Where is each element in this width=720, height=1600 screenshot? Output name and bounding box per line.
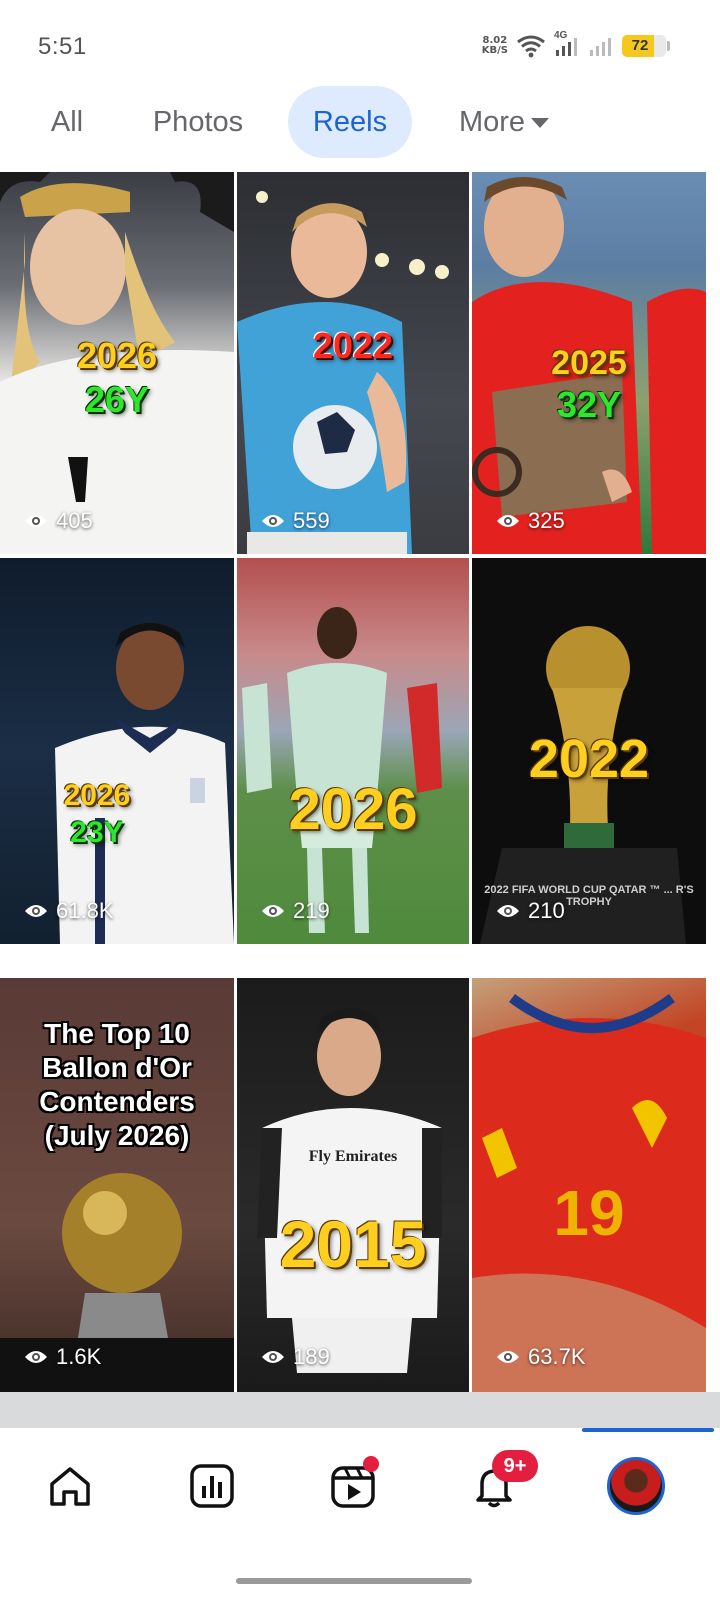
nav-dashboard[interactable] [172,1446,252,1526]
reel-overlay-line-4: (July 2026) [44,1120,190,1151]
reel-tile[interactable]: 2026 23Y 61.8K [0,558,234,944]
nav-notifications[interactable]: 9+ [454,1446,538,1526]
avatar [607,1457,665,1515]
notification-dot [363,1456,379,1472]
reel-tile[interactable]: The Top 10 Ballon d'Or Contenders (July … [0,978,234,1392]
view-count: 63.7K [528,1344,586,1369]
reel-tile[interactable]: 2026 26Y 405 [0,172,234,554]
eye-icon [497,515,519,527]
reel-views: 210 [496,898,565,924]
view-count: 210 [528,898,565,923]
status-bar: 5:51 8.02 KB/S 4G 72 [0,0,720,90]
reel-overlay-line-1: 2015 [279,1207,427,1281]
battery-level: 72 [631,37,649,54]
caret-down-icon [531,118,550,128]
tab-more-label: More [458,106,526,138]
view-count: 405 [56,508,93,533]
view-count: 219 [293,898,330,923]
reel-views: 559 [261,508,330,534]
reel-overlay-line-1: 2026 [288,777,418,842]
status-time: 5:51 [38,33,87,60]
reel-tile[interactable]: 19 63.7K [472,978,706,1392]
view-count: 1.6K [56,1344,102,1369]
shirt-sponsor: Fly Emirates [308,1148,398,1165]
reel-overlay-line-1: The Top 10 [44,1018,190,1049]
player-figure [257,1008,442,1373]
reel-views: 63.7K [496,1344,586,1370]
eye-icon [262,905,284,917]
battery-icon: 72 [622,35,666,57]
nav-home[interactable] [30,1446,110,1526]
reel-views: 219 [261,898,330,924]
reel-views: 1.6K [24,1344,101,1370]
reel-overlay-line-1: 2022 [528,729,650,789]
battery-cap [667,41,670,51]
tab-all[interactable]: All [28,86,106,158]
eye-icon [25,515,47,527]
nav-profile[interactable] [596,1446,676,1526]
wifi-icon [517,35,545,58]
eye-icon [262,515,284,527]
battery-indicator: 72 [622,35,670,57]
reel-overlay-line-1: 2025 [551,344,627,382]
reel-tile[interactable]: 2022 2022 FIFA WORLD CUP QATAR ™ ... R'S… [472,558,706,944]
view-count: 559 [293,508,330,533]
signal-icon-2 [590,38,611,56]
home-indicator [236,1578,472,1584]
nav-reels[interactable] [313,1446,393,1526]
signal-icon [556,38,577,56]
player-figure [242,607,442,933]
view-count: 189 [293,1344,330,1369]
network-speed: 8.02 KB/S [481,35,508,56]
eye-icon [497,1351,519,1363]
status-icons: 8.02 KB/S 4G 72 [481,30,670,58]
eye-icon [262,1351,284,1363]
reel-overlay-line-1: 2026 [76,335,158,376]
tab-more[interactable]: More [444,86,564,158]
reel-overlay-line-1: 2022 [312,325,394,366]
scroll-end-strip [0,1392,720,1428]
filter-tabs: All Photos Reels More [0,86,720,160]
reel-tile[interactable]: 2022 559 [237,172,469,554]
tab-reels[interactable]: Reels [288,86,412,158]
view-count: 325 [528,508,565,533]
chart-icon [190,1464,234,1508]
reel-views: 61.8K [24,898,114,924]
reel-tile[interactable]: Fly Emirates 2015 189 [237,978,469,1392]
shirt-number: 19 [553,1177,625,1249]
reel-overlay-line-1: 2026 [63,779,131,812]
player-figure [55,623,234,944]
notification-badge: 9+ [492,1450,538,1482]
reel-overlay-line-2: 32Y [556,384,622,425]
eye-icon [25,1351,47,1363]
eye-icon [497,905,519,917]
home-icon [50,1467,90,1506]
reel-tile[interactable]: 2025 32Y 325 [472,172,706,554]
bottom-nav: 9+ [0,1432,720,1552]
reel-overlay-line-2: 23Y [70,816,124,849]
reel-overlay-line-2: 26Y [84,379,150,420]
tab-photos[interactable]: Photos [128,86,268,158]
eye-icon [25,905,47,917]
reel-views: 189 [261,1344,330,1370]
reel-overlay-line-2: Ballon d'Or [42,1052,192,1083]
cell-signal-1: 4G [554,30,580,58]
reel-views: 405 [24,508,93,534]
view-count: 61.8K [56,898,114,923]
reel-tile[interactable]: 2026 219 [237,558,469,944]
reel-views: 325 [496,508,565,534]
reel-overlay-line-3: Contenders [39,1086,195,1117]
